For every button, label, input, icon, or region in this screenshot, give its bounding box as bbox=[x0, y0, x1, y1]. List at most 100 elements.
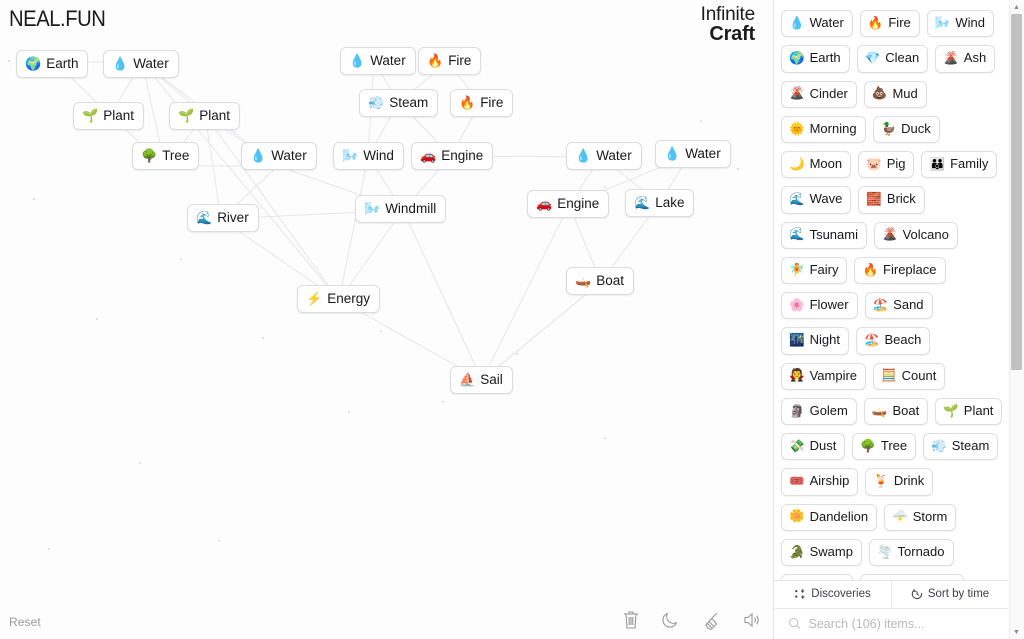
element-item[interactable]: 🌙 Moon bbox=[781, 151, 852, 179]
element-item[interactable]: 🌊 Wave bbox=[781, 186, 852, 214]
node-emoji-icon: 🛶 bbox=[575, 273, 592, 288]
element-item[interactable]: 🌃 Night bbox=[781, 327, 849, 355]
node-emoji-icon: 🌊 bbox=[634, 195, 651, 210]
element-item[interactable]: 🌋 Ash bbox=[935, 45, 996, 73]
canvas-node[interactable]: 🌳 Tree bbox=[132, 142, 200, 170]
canvas-particle bbox=[218, 540, 220, 542]
canvas-node[interactable]: 🌊 Lake bbox=[625, 189, 695, 217]
element-item-label: Tsunami bbox=[809, 226, 858, 242]
element-emoji-icon: 💧 bbox=[789, 15, 805, 30]
element-item[interactable]: 💸 Dust bbox=[781, 433, 846, 461]
scroll-down-arrow[interactable]: ▼ bbox=[1009, 625, 1024, 639]
element-item[interactable]: ☁️Cloud bbox=[781, 574, 853, 580]
canvas-node[interactable]: 🌱 Plant bbox=[169, 102, 240, 130]
element-item[interactable]: 🍹 Drink bbox=[865, 468, 934, 496]
element-item[interactable]: 🌙Moonflower bbox=[859, 574, 965, 580]
canvas-node[interactable]: ⚡ Energy bbox=[297, 285, 380, 313]
element-item[interactable]: 🐷 Pig bbox=[858, 151, 915, 179]
tab-sort-by-time[interactable]: Sort by time bbox=[891, 581, 1008, 608]
canvas-node[interactable]: 💧 Water bbox=[241, 142, 317, 170]
elements-scroll-area[interactable]: 💧 Water 🔥 Fire 🌬️ Wind 🌍 Earth 💎 Clean 🌋 Ash 🌋 Cinder… bbox=[774, 0, 1024, 580]
element-item[interactable]: 🌪️ Tornado bbox=[868, 538, 954, 566]
element-item[interactable]: 🌊 Tsunami bbox=[781, 221, 867, 249]
canvas-node[interactable]: 🚗 Engine bbox=[411, 142, 494, 170]
canvas-node[interactable]: 💨 Steam bbox=[359, 89, 439, 117]
element-emoji-icon: 🌸 bbox=[789, 297, 805, 312]
element-item[interactable]: 🛶 Boat bbox=[863, 397, 929, 425]
canvas-node[interactable]: 💧 Water bbox=[655, 140, 731, 168]
sidebar-scrollbar-track[interactable]: ▲ ▼ bbox=[1009, 0, 1024, 639]
neal-fun-logo[interactable]: NEAL.FUN bbox=[9, 6, 106, 32]
element-item[interactable]: 🐊 Swamp bbox=[781, 538, 862, 566]
element-item[interactable]: 🌱 Plant bbox=[935, 397, 1003, 425]
element-item[interactable]: 🏖️ Sand bbox=[864, 292, 933, 320]
canvas-node[interactable]: 💧 Water bbox=[103, 50, 179, 78]
element-item[interactable]: 🔥 Fireplace bbox=[854, 256, 946, 284]
element-item[interactable]: 🌋 Cinder bbox=[781, 80, 857, 108]
canvas-node[interactable]: 🔥 Fire bbox=[450, 89, 514, 117]
sidebar-scrollbar-thumb[interactable] bbox=[1011, 14, 1022, 370]
element-item-label: Night bbox=[809, 332, 840, 348]
element-item[interactable]: 🌞 Morning bbox=[781, 115, 866, 143]
canvas-node[interactable]: 🌍 Earth bbox=[16, 50, 89, 78]
element-item[interactable]: 🧛 Vampire bbox=[781, 362, 867, 390]
element-item[interactable]: 🗿 Golem bbox=[781, 397, 857, 425]
element-item[interactable]: 🌸 Flower bbox=[781, 292, 858, 320]
search-input[interactable] bbox=[808, 616, 992, 631]
element-item[interactable]: 🧱 Brick bbox=[858, 186, 925, 214]
element-emoji-icon: 🔥 bbox=[862, 262, 879, 277]
logo-line-2: Craft bbox=[709, 23, 755, 46]
element-emoji-icon: 🌋 bbox=[789, 86, 805, 101]
node-emoji-icon: 🚗 bbox=[420, 148, 437, 163]
element-item[interactable]: 🧮 Count bbox=[873, 362, 946, 390]
search-icon bbox=[789, 617, 801, 630]
element-item-label: Airship bbox=[809, 473, 850, 489]
node-emoji-icon: 🚗 bbox=[536, 196, 553, 211]
element-item[interactable]: 🌳 Tree bbox=[852, 433, 917, 461]
element-item[interactable]: 💨 Steam bbox=[923, 433, 999, 461]
element-item[interactable]: 💩 Mud bbox=[863, 80, 927, 108]
element-emoji-icon: 💨 bbox=[931, 438, 947, 453]
element-item[interactable]: 👪 Family bbox=[921, 151, 998, 179]
element-item[interactable]: 🌩️ Storm bbox=[884, 503, 957, 531]
canvas-node[interactable]: 🌱 Plant bbox=[73, 102, 144, 130]
element-item[interactable]: 💎 Clean bbox=[856, 45, 929, 73]
element-item[interactable]: 🏖️ Beach bbox=[855, 327, 931, 355]
canvas-particle bbox=[380, 330, 382, 332]
element-emoji-icon: 🐊 bbox=[789, 544, 805, 559]
element-item[interactable]: 🔥 Fire bbox=[859, 10, 920, 38]
canvas-node[interactable]: 💧 Water bbox=[340, 47, 416, 75]
canvas-node[interactable]: ⛵ Sail bbox=[450, 366, 513, 394]
canvas-node[interactable]: 💧 Water bbox=[566, 142, 642, 170]
element-item-label: Cinder bbox=[809, 85, 848, 101]
element-item[interactable]: 🎟️ Airship bbox=[781, 468, 859, 496]
broom-icon[interactable] bbox=[701, 609, 721, 631]
element-item[interactable]: 🌍 Earth bbox=[781, 45, 850, 73]
element-item[interactable]: 🌼 Dandelion bbox=[781, 503, 878, 531]
canvas-node[interactable]: 🔥 Fire bbox=[418, 47, 482, 75]
sound-icon[interactable] bbox=[741, 609, 761, 631]
canvas-node[interactable]: 🌬️ Windmill bbox=[355, 195, 447, 223]
canvas-node[interactable]: 🌊 River bbox=[187, 204, 259, 232]
infinite-craft-logo: Infinite Craft bbox=[701, 5, 756, 46]
element-item[interactable]: 🌋 Volcano bbox=[874, 221, 958, 249]
element-item[interactable]: 🧚 Fairy bbox=[781, 256, 848, 284]
canvas-particle bbox=[262, 337, 264, 339]
tab-discoveries[interactable]: Discoveries bbox=[774, 581, 891, 608]
element-item[interactable]: 🌬️ Wind bbox=[926, 10, 994, 38]
element-emoji-icon: 💸 bbox=[789, 438, 805, 453]
scroll-up-arrow[interactable]: ▲ bbox=[1009, 0, 1024, 14]
moon-icon[interactable] bbox=[661, 609, 681, 631]
trash-icon[interactable] bbox=[621, 609, 641, 631]
canvas-node-label: Engine bbox=[441, 148, 484, 163]
node-emoji-icon: 🌍 bbox=[25, 56, 42, 71]
element-item-label: Brick bbox=[886, 191, 916, 207]
reset-button[interactable]: Reset bbox=[9, 615, 41, 629]
element-emoji-icon: 👪 bbox=[929, 156, 946, 171]
canvas-node[interactable]: 🚗 Engine bbox=[527, 190, 610, 218]
element-item[interactable]: 💧 Water bbox=[781, 10, 853, 38]
element-item[interactable]: 🦆 Duck bbox=[872, 115, 940, 143]
crafting-canvas[interactable]: NEAL.FUN Infinite Craft 🌍 Earth 💧 Water 🌱 Pla… bbox=[0, 0, 773, 639]
canvas-node[interactable]: 🌬️ Wind bbox=[333, 142, 404, 170]
canvas-node[interactable]: 🛶 Boat bbox=[566, 267, 634, 295]
